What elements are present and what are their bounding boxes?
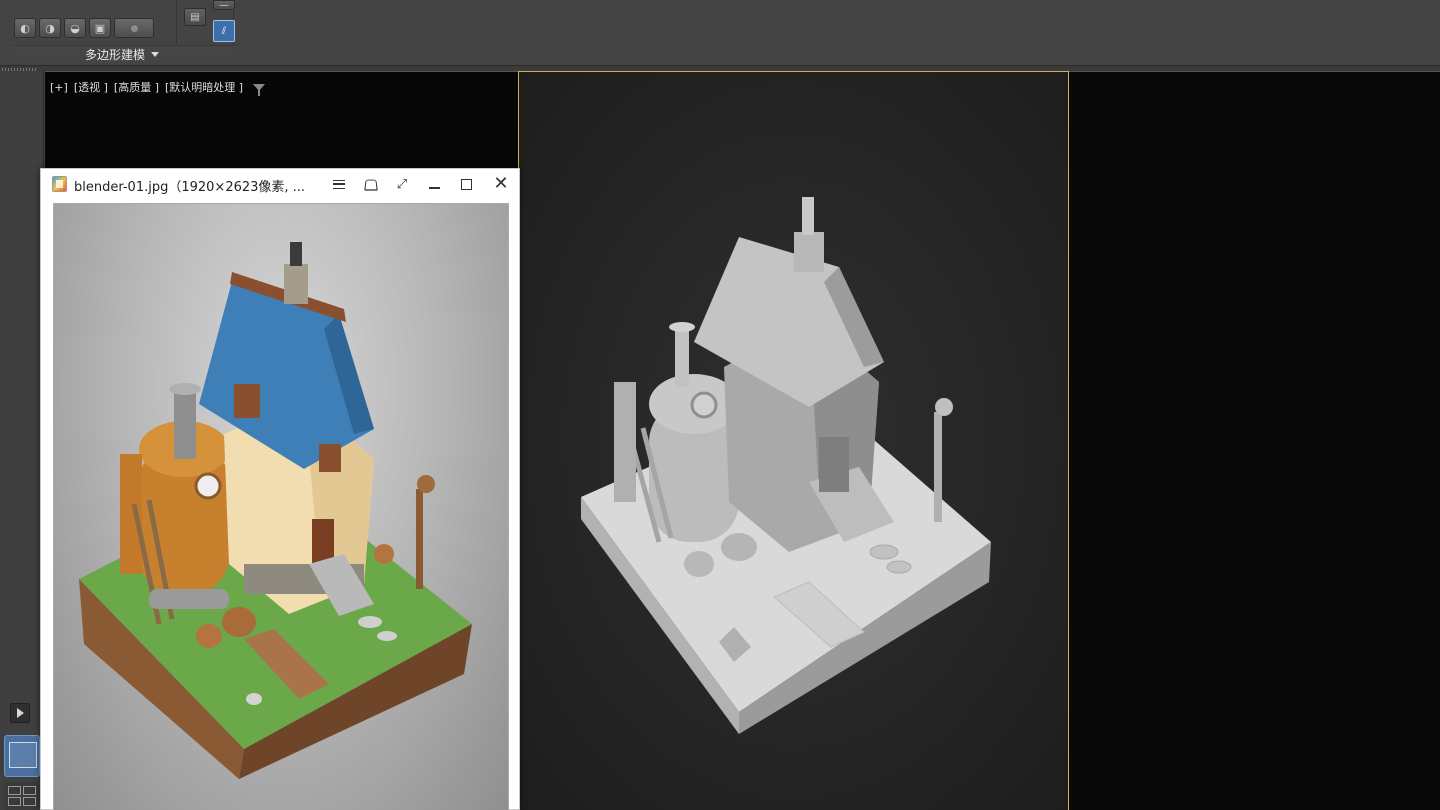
minimize-button[interactable]: [423, 174, 445, 194]
model-gauge: [690, 391, 718, 419]
model-barrel: [684, 551, 714, 577]
model-side-pipe: [614, 382, 636, 502]
expand-dock-button[interactable]: [10, 703, 30, 723]
pin-stack-icon[interactable]: ⫽: [213, 20, 235, 42]
tank-chimney-top: [169, 383, 201, 395]
lamp-post: [416, 489, 423, 589]
image-viewer-window[interactable]: blender-01.jpg（1920×2623像素, ... ⤢ ✕: [40, 168, 520, 810]
menu-button[interactable]: [328, 174, 350, 194]
house-window: [319, 444, 341, 472]
side-tank: [120, 454, 142, 574]
lamp-top: [417, 475, 435, 493]
single-viewport-layout-button[interactable]: [4, 735, 40, 777]
tool-row: ◐ ◑ ◒ ▣: [14, 18, 154, 38]
app-window: ◐ ◑ ◒ ▣ ▤ — ⫽ 多边形建模 [+] [透视] [高质量] [默认…: [0, 0, 1440, 810]
stepping-stone: [358, 616, 382, 628]
viewport-view-menu[interactable]: [透视 ]: [74, 79, 108, 95]
shirt-pin-icon: [364, 179, 378, 191]
chevron-down-icon: [151, 52, 159, 57]
model-door: [819, 437, 849, 492]
model-chimney: [794, 232, 824, 272]
subobject-mode-icon[interactable]: ◒: [64, 18, 86, 38]
gray-house-model: [581, 197, 991, 734]
viewport-menu-plus[interactable]: [+]: [50, 81, 68, 94]
edit-poly-icon[interactable]: ▣: [89, 18, 111, 38]
viewport-shading-menu[interactable]: [默认明暗处理 ]: [165, 79, 243, 95]
pressure-gauge: [194, 472, 222, 500]
viewer-titlebar[interactable]: blender-01.jpg（1920×2623像素, ... ⤢ ✕: [41, 169, 519, 199]
model-chimney-pipe: [675, 327, 689, 387]
viewport-right[interactable]: [1069, 71, 1440, 810]
dormer-window: [234, 384, 260, 418]
model-lamp-post: [934, 412, 942, 522]
layout-cell-icon: [8, 797, 21, 806]
maximize-button[interactable]: [455, 174, 477, 194]
brick-chimney: [284, 264, 308, 304]
stone-base: [149, 589, 229, 609]
barrel: [222, 607, 256, 637]
left-dock: [0, 71, 44, 810]
chimney-cap: [290, 242, 302, 266]
layout-cell-icon: [8, 786, 21, 795]
filter-icon[interactable]: [253, 83, 266, 96]
image-viewer-app-icon: [52, 176, 67, 192]
collapse-icon[interactable]: —: [213, 0, 235, 11]
select-mode-icon[interactable]: ◑: [39, 18, 61, 38]
maximize-icon: [460, 178, 472, 190]
model-barrel: [721, 533, 757, 561]
viewport-center-active[interactable]: [518, 71, 1069, 810]
model-pipe-top: [669, 322, 695, 332]
barrel: [196, 624, 222, 648]
stack-icon[interactable]: ▤: [184, 8, 206, 26]
minimize-icon: [428, 187, 440, 189]
hamburger-menu-icon: [333, 179, 345, 189]
colored-house-illustration: [79, 242, 472, 779]
polygon-modeling-group: ◐ ◑ ◒ ▣ ▤ — ⫽ 多边形建模: [10, 0, 235, 64]
reference-image: [53, 203, 509, 810]
close-icon: ✕: [493, 173, 509, 194]
play-icon: [16, 708, 24, 718]
expand-arrows-icon: ⤢: [396, 176, 408, 192]
house-door: [312, 519, 334, 564]
viewport-quality-menu[interactable]: [高质量 ]: [114, 79, 159, 95]
quad-viewport-layout-button[interactable]: [4, 782, 40, 810]
model-chimney-top: [802, 197, 814, 235]
model-stone: [886, 560, 912, 574]
pin-button[interactable]: [360, 174, 382, 194]
close-button[interactable]: ✕: [490, 174, 512, 194]
group-label-text: 多边形建模: [84, 48, 145, 62]
layout-cell-icon: [23, 797, 36, 806]
fullscreen-button[interactable]: ⤢: [391, 174, 413, 194]
ribbon: ◐ ◑ ◒ ▣ ▤ — ⫽ 多边形建模: [0, 0, 1440, 66]
group-label-dropdown[interactable]: 多边形建模: [10, 45, 234, 63]
viewer-title: blender-01.jpg（1920×2623像素, ...: [74, 180, 306, 195]
stepping-stone: [377, 631, 397, 641]
record-button[interactable]: [114, 18, 154, 38]
viewport-label: [+] [透视 ] [高质量 ] [默认明暗处理 ]: [50, 79, 266, 96]
viewport-layout-icon: [9, 742, 37, 768]
rock: [246, 693, 262, 705]
layout-cell-icon: [23, 786, 36, 795]
barrel: [374, 544, 394, 564]
ribbon-divider: [176, 0, 177, 44]
tank-chimney: [174, 389, 196, 459]
model-lamp: [935, 398, 953, 416]
modify-mode-icon[interactable]: ◐: [14, 18, 36, 38]
model-stone: [869, 544, 899, 560]
